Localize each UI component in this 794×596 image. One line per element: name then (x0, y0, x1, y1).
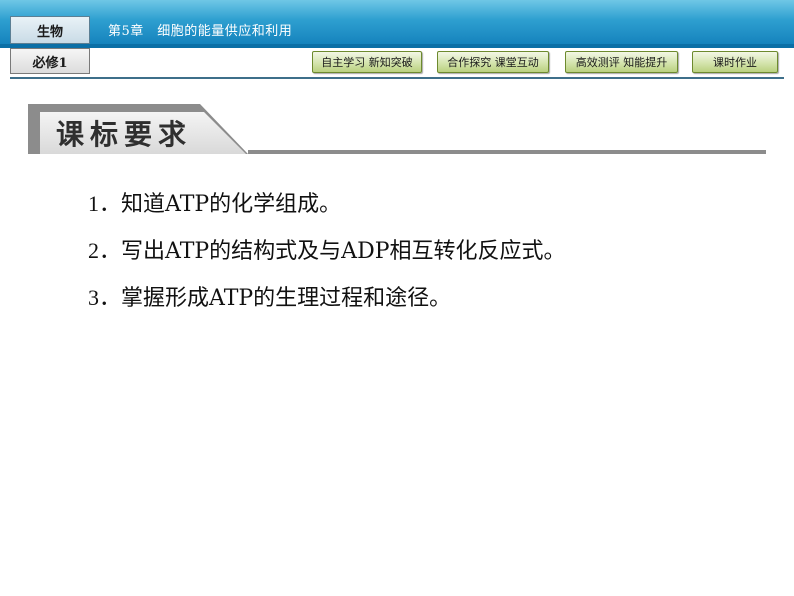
nav-button-cooperative-inquiry[interactable]: 合作探究 课堂互动 (437, 51, 549, 73)
requirement-number: 1． (88, 191, 122, 216)
requirement-number: 2． (88, 238, 122, 263)
header-bar-edge (0, 44, 794, 48)
nav-button-homework[interactable]: 课时作业 (692, 51, 778, 73)
section-underline (248, 150, 766, 154)
requirement-item: 3．掌握形成ATP的生理过程和途径。 (88, 280, 451, 312)
requirement-number: 3． (88, 285, 122, 310)
section-title: 课标要求 (56, 118, 193, 151)
nav-button-self-study[interactable]: 自主学习 新知突破 (312, 51, 422, 73)
requirement-text: 知道ATP的化学组成。 (121, 192, 342, 217)
chapter-title: 第5章 细胞的能量供应和利用 (108, 24, 293, 39)
requirement-text: 掌握形成ATP的生理过程和途径。 (121, 286, 452, 311)
requirement-text: 写出ATP的结构式及与ADP相互转化反应式。 (121, 239, 566, 264)
header-divider (10, 77, 784, 79)
volume-label: 必修1 (10, 48, 90, 74)
requirement-item: 2．写出ATP的结构式及与ADP相互转化反应式。 (88, 233, 566, 265)
nav-button-assessment[interactable]: 高效测评 知能提升 (565, 51, 678, 73)
subject-label: 生物 (10, 16, 90, 44)
requirement-item: 1．知道ATP的化学组成。 (88, 186, 341, 218)
